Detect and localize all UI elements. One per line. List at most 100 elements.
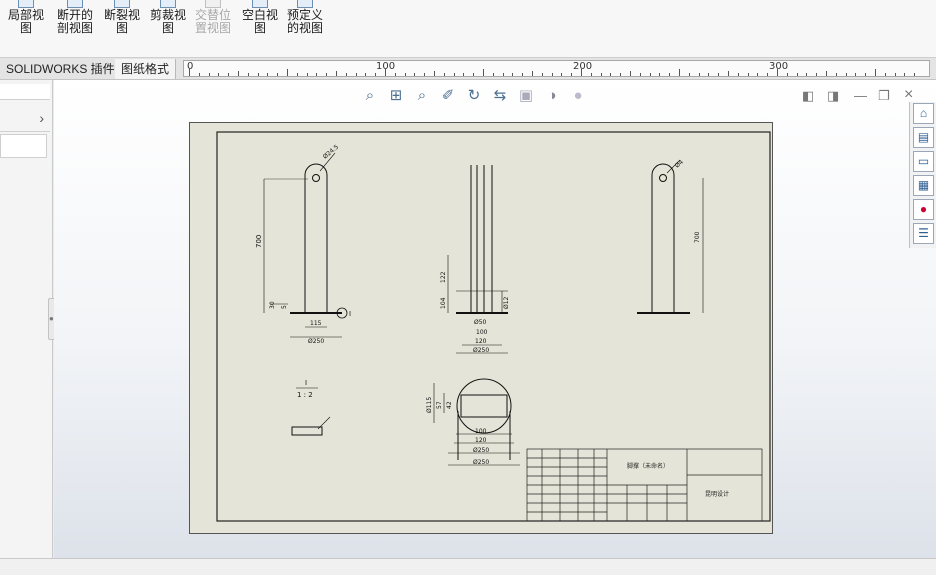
ruler-tick — [434, 71, 435, 76]
heads-up-view-toolbar: ⌕ ⊞ ⌕ ✐ ↻ ⇆ ▣ ◑ ● — [360, 86, 594, 108]
broken-out-section-label: 断开的剖视图 — [56, 8, 93, 35]
view-orientation-icon[interactable]: ▣ — [516, 86, 536, 106]
dim-text-side-12: Ø12 — [503, 296, 510, 309]
status-bar — [0, 558, 936, 575]
tab-solidworks-addins[interactable]: SOLIDWORKS 插件 — [0, 59, 122, 79]
custom-properties-icon[interactable]: ☰ — [913, 223, 934, 244]
crop-view-icon — [160, 0, 176, 8]
dim-text-top-250a: Ø250 — [473, 447, 489, 454]
front-view-outline — [304, 163, 328, 313]
ruler-tick — [914, 73, 916, 76]
file-explorer-icon[interactable]: ▭ — [913, 151, 934, 172]
appearance-icon[interactable]: ● — [568, 86, 588, 106]
right-view-hole — [659, 174, 667, 182]
crop-view-button[interactable]: 剪裁视图 — [146, 0, 190, 56]
ruler-tick — [659, 73, 661, 76]
feature-manager-panel: › ● — [0, 80, 56, 558]
ruler-tick — [737, 73, 739, 76]
detail-view-plate — [291, 426, 323, 436]
predefined-view-icon — [297, 0, 313, 8]
ruler-tick — [218, 73, 220, 76]
panel-tree-row[interactable] — [0, 84, 50, 100]
graphics-area[interactable]: ⌕⊞⌕✐↻⇆▣◑● ◧ ◨ — ❐ × 700 Ø24.5 30 — [54, 80, 936, 558]
ruler-tick — [708, 73, 710, 76]
ruler-tick — [198, 73, 200, 76]
ruler-tick — [492, 73, 494, 76]
ruler-tick — [375, 73, 377, 76]
dim-text-122: 122 — [440, 271, 447, 283]
break-view-button[interactable]: 断裂视图 — [100, 0, 144, 56]
detail-view-button[interactable]: 局部视图 — [4, 0, 48, 56]
top-view-bracket — [460, 394, 508, 418]
ruler-tick — [336, 71, 337, 76]
ruler-tick — [718, 73, 720, 76]
break-view-label: 断裂视图 — [103, 8, 140, 35]
dim-text-side-120: 120 — [475, 338, 487, 345]
horizontal-ruler: 0 100 200 300 — [183, 60, 930, 77]
ruler-tick — [571, 73, 573, 76]
dim-text-dia-250: Ø250 — [308, 338, 324, 345]
tile-left-icon[interactable]: ◧ — [802, 88, 814, 104]
rotate-icon[interactable]: ↻ — [464, 86, 484, 106]
dim-text-700: 700 — [255, 235, 263, 248]
empty-view-button[interactable]: 空白视图 — [238, 0, 282, 56]
tab-sheet-format[interactable]: 图纸格式 — [115, 59, 177, 79]
drawing-sheet[interactable]: 700 Ø24.5 30 5 115 Ø250 I 122 104 Ø12 Ø5… — [189, 122, 773, 534]
zoom-to-fit-icon[interactable]: ⌕ — [360, 86, 380, 106]
ruler-tick — [777, 69, 778, 76]
ruler-tick — [522, 73, 524, 76]
dim-text-right-dia: Ø4 — [674, 159, 685, 170]
ruler-tick — [532, 71, 533, 76]
ruler-tick — [728, 71, 729, 76]
title-block-company: 昆明设计 — [705, 490, 729, 498]
broken-out-section-button[interactable]: 断开的剖视图 — [54, 0, 96, 56]
ruler-tick — [561, 73, 563, 76]
view-palette-icon[interactable]: ▦ — [913, 175, 934, 196]
ruler-tick — [688, 73, 690, 76]
ruler-tick — [855, 73, 857, 76]
ruler-tick — [296, 73, 298, 76]
top-view-circle — [456, 378, 512, 434]
ruler-tick — [424, 73, 426, 76]
alternate-position-view-button[interactable]: 交替位置视图 — [192, 0, 234, 56]
chevron-right-icon[interactable]: › — [39, 110, 44, 126]
ruler-tick — [757, 73, 759, 76]
design-library-icon[interactable]: ▤ — [913, 127, 934, 148]
restore-icon[interactable]: ❐ — [878, 88, 890, 104]
panel-expand-row[interactable]: › — [0, 106, 50, 132]
ruler-label-200: 200 — [573, 61, 593, 72]
ruler-tick — [845, 73, 847, 76]
ruler-tick — [904, 73, 906, 76]
pan-icon[interactable]: ✐ — [438, 86, 458, 106]
predefined-view-button[interactable]: 预定义的视图 — [284, 0, 326, 56]
ruler-tick — [541, 73, 543, 76]
predefined-view-label: 预定义的视图 — [286, 8, 323, 35]
ruler-tick — [767, 73, 769, 76]
ruler-tick — [385, 69, 386, 76]
panel-filter-field[interactable] — [0, 134, 47, 158]
ruler-tick — [806, 73, 808, 76]
zoom-to-area-icon[interactable]: ⊞ — [386, 86, 406, 106]
ruler-tick — [590, 73, 592, 76]
task-pane-tabs: ⌂ ▤ ▭ ▦ ● ☰ — [909, 102, 936, 248]
ruler-tick — [404, 73, 406, 76]
display-style-icon[interactable]: ◑ — [542, 86, 562, 106]
crop-view-label: 剪裁视图 — [149, 8, 186, 35]
ruler-tick — [796, 73, 798, 76]
front-view — [263, 152, 348, 338]
tile-right-icon[interactable]: ◨ — [827, 88, 839, 104]
detail-view — [291, 416, 331, 436]
ruler-tick — [865, 73, 867, 76]
ruler-tick — [238, 71, 239, 76]
solidworks-resources-icon[interactable]: ⌂ — [913, 103, 934, 124]
minimize-icon[interactable]: — — [854, 88, 867, 103]
dim-text-top-57: 57 — [436, 401, 443, 409]
ruler-tick — [502, 73, 504, 76]
right-view-outline — [651, 163, 675, 313]
zoom-in-out-icon[interactable]: ⌕ — [412, 86, 432, 106]
ruler-tick — [189, 69, 190, 76]
dim-text-side-250: Ø250 — [473, 347, 489, 354]
empty-view-icon — [252, 0, 268, 8]
previous-view-icon[interactable]: ⇆ — [490, 86, 510, 106]
appearances-icon[interactable]: ● — [913, 199, 934, 220]
